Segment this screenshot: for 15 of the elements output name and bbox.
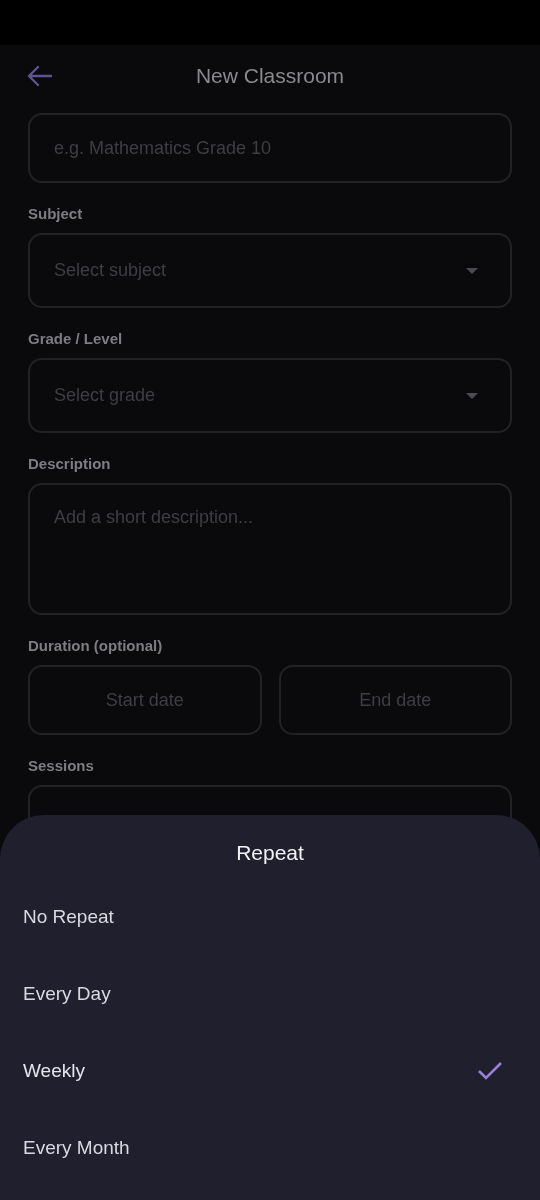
screen-title: New Classroom [195,64,345,88]
field-label: Description [28,455,112,472]
sheet-title: Repeat [236,841,304,865]
repeat-option[interactable]: Weekly [0,1032,540,1109]
repeat-option[interactable]: No Repeat [0,878,540,955]
back-arrow-icon[interactable] [27,65,53,87]
caret-icon [466,267,478,274]
repeat-option[interactable]: Every Month [0,1109,540,1186]
field-label: Duration (optional) [28,637,164,654]
field-label: Subject [28,205,84,222]
repeat-option[interactable]: Every Day [0,955,540,1032]
checkmark-icon [477,1060,503,1081]
caret-icon [466,392,478,399]
field-label: Grade / Level [28,330,124,347]
field-label: Sessions [28,757,95,774]
